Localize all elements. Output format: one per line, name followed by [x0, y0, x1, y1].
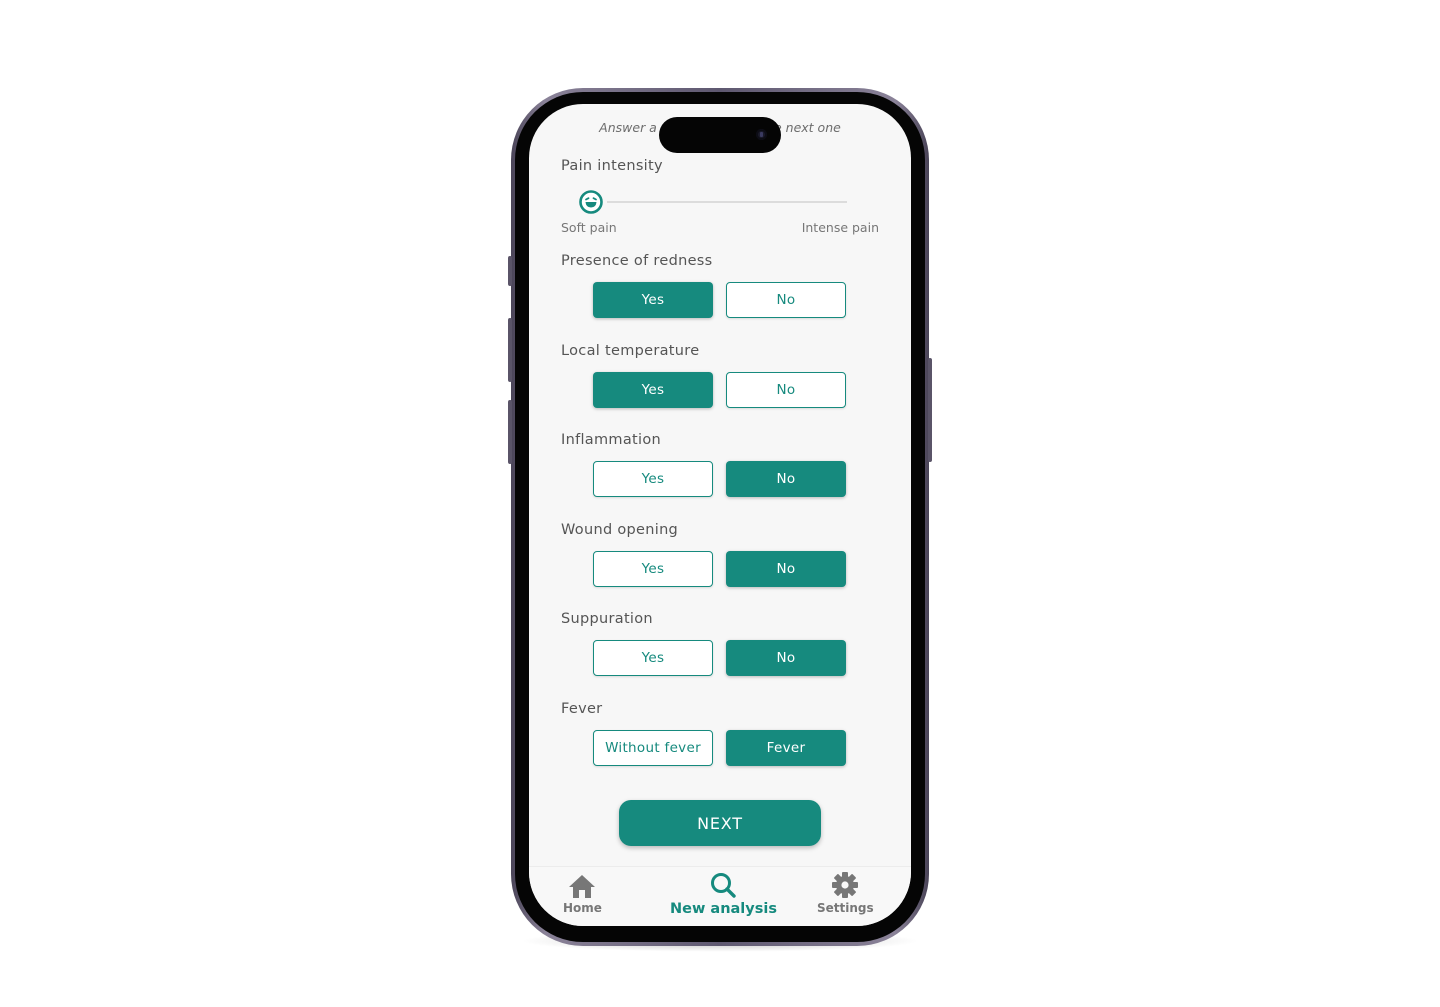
option-button-without-fever[interactable]: Without fever	[593, 729, 713, 766]
nav-item-settings[interactable]: Settings	[817, 871, 874, 915]
home-icon	[569, 875, 596, 898]
power-button	[928, 358, 932, 462]
option-button-fever[interactable]: Fever	[726, 729, 846, 766]
question-label: Wound opening	[561, 521, 679, 538]
laughing-face-icon	[579, 190, 603, 214]
question-label: Fever	[561, 700, 603, 717]
volume-up-button	[508, 318, 512, 382]
action-button	[508, 256, 512, 286]
option-button-no[interactable]: No	[726, 282, 846, 318]
pain-intensity-label: Pain intensity	[561, 158, 663, 174]
question-label: Inflammation	[561, 432, 661, 448]
option-button-no[interactable]: No	[726, 550, 846, 587]
gear-icon	[832, 872, 859, 898]
option-button-no[interactable]: No	[726, 461, 846, 497]
question-label: Local temperature	[561, 342, 700, 359]
pain-slider-track[interactable]	[607, 201, 847, 203]
nav-label-new-analysis: New analysis	[670, 901, 777, 917]
slider-min-label: Soft pain	[561, 220, 617, 235]
option-button-yes[interactable]: Yes	[593, 640, 713, 676]
dynamic-island	[659, 117, 781, 153]
next-button[interactable]: NEXT	[619, 800, 821, 846]
question-label: Suppuration	[561, 611, 653, 627]
nav-item-home[interactable]: Home	[563, 873, 602, 915]
bottom-nav: Home New analysis Settings	[529, 866, 911, 926]
option-button-yes[interactable]: Yes	[593, 461, 713, 497]
nav-item-new-analysis[interactable]: New analysis	[670, 871, 777, 917]
slider-max-label: Intense pain	[801, 220, 879, 235]
option-button-no[interactable]: No	[726, 371, 846, 408]
app-screen: Answer a question to see the next one Pa…	[529, 104, 911, 926]
search-icon	[711, 873, 737, 898]
option-button-yes[interactable]: Yes	[593, 282, 713, 318]
nav-label-settings: Settings	[817, 901, 874, 915]
nav-label-home: Home	[563, 901, 602, 915]
camera-icon	[756, 129, 767, 140]
pain-slider-thumb[interactable]	[579, 190, 603, 214]
option-button-yes[interactable]: Yes	[593, 550, 713, 587]
question-label: Presence of redness	[561, 253, 713, 269]
option-button-yes[interactable]: Yes	[593, 371, 713, 408]
volume-down-button	[508, 400, 512, 464]
option-button-no[interactable]: No	[726, 640, 846, 676]
